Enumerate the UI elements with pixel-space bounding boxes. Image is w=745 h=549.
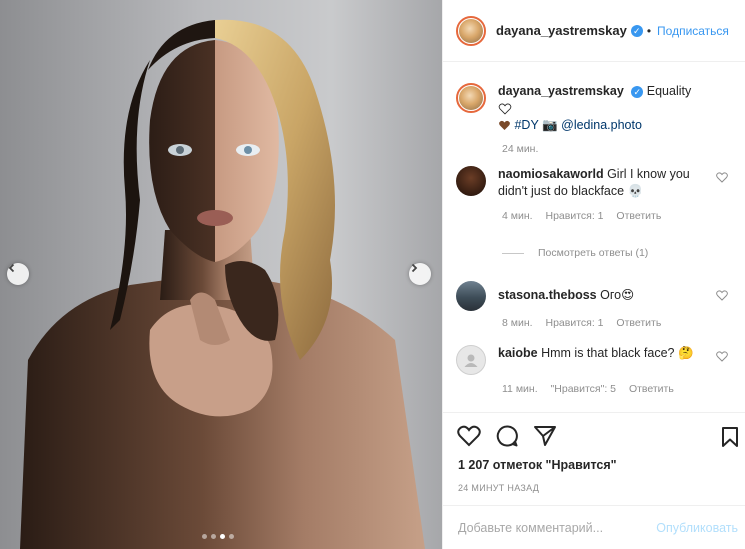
commenter-avatar[interactable] [456, 281, 486, 311]
instagram-post: dayana_yastremskay ✓ • Подписаться dayan… [0, 0, 745, 549]
comment-username[interactable]: stasona.theboss [498, 288, 597, 302]
carousel-dot [202, 534, 207, 539]
reply-button[interactable]: Ответить [616, 317, 661, 329]
verified-badge-icon: ✓ [630, 24, 643, 37]
carousel-dot-active [220, 534, 225, 539]
commenter-avatar[interactable] [456, 345, 486, 375]
comment-meta: 4 мин. Нравится: 1 Ответить [502, 210, 736, 222]
caption-username[interactable]: dayana_yastremskay [498, 84, 624, 98]
follow-button[interactable]: Подписаться [657, 24, 729, 38]
comment-bubble-icon[interactable] [495, 424, 519, 448]
caption-meta: 24 мин. [502, 143, 736, 155]
author-avatar[interactable] [456, 15, 486, 46]
chevron-right-icon [411, 263, 418, 273]
post-sidebar: dayana_yastremskay ✓ • Подписаться dayan… [442, 0, 745, 549]
verified-badge-icon: ✓ [631, 85, 644, 98]
separator-dot: • [646, 23, 652, 38]
caption: dayana_yastremskay ✓ Equality #DY 📷 @led… [456, 83, 736, 155]
comment-username[interactable]: naomiosakaworld [498, 167, 604, 181]
comment-likes[interactable]: Нравится: 1 [545, 317, 603, 329]
comment-time[interactable]: 8 мин. [502, 317, 533, 329]
comment-text: naomiosakaworld Girl I know you didn't j… [498, 167, 690, 198]
comment-likes[interactable]: Нравится: 1 [545, 210, 603, 222]
comments-list[interactable]: dayana_yastremskay ✓ Equality #DY 📷 @led… [443, 62, 745, 412]
add-comment-bar: Добавьте комментарий... Опубликовать [443, 505, 745, 549]
next-slide-button[interactable] [409, 263, 431, 285]
view-replies-label[interactable]: Посмотреть ответы (1) [538, 247, 648, 259]
chevron-left-icon [8, 263, 15, 273]
publish-comment-button[interactable]: Опубликовать [656, 521, 745, 535]
post-header: dayana_yastremskay ✓ • Подписаться [443, 0, 745, 62]
post-photo[interactable] [0, 0, 442, 549]
author-avatar[interactable] [456, 83, 486, 113]
camera-icon: 📷 [542, 118, 558, 132]
like-comment-heart-icon[interactable] [716, 172, 728, 183]
post-timestamp[interactable]: 24 МИНУТ НАЗАД [458, 483, 539, 493]
commenter-avatar[interactable] [456, 166, 486, 196]
comment-likes[interactable]: "Нравится": 5 [551, 383, 616, 395]
post-actions: 1 207 отметок "Нравится" 24 МИНУТ НАЗАД [443, 412, 745, 493]
previous-slide-button[interactable] [7, 263, 29, 285]
likes-count[interactable]: 1 207 отметок "Нравится" [458, 458, 617, 472]
comment-input[interactable]: Добавьте комментарий... [443, 521, 656, 535]
action-icons [443, 413, 745, 459]
comment-text: kaiobe Hmm is that black face? 🤔 [498, 346, 694, 360]
comment-text: stasona.theboss Ого😍 [498, 288, 635, 302]
comment-time[interactable]: 4 мин. [502, 210, 533, 222]
author-username[interactable]: dayana_yastremskay [496, 23, 627, 38]
carousel-dot [229, 534, 234, 539]
default-user-icon [464, 354, 478, 367]
comment-item: stasona.theboss Ого😍 8 мин. Нравится: 1 … [456, 281, 736, 329]
like-comment-heart-icon[interactable] [716, 351, 728, 362]
view-replies-button[interactable]: Посмотреть ответы (1) [502, 247, 648, 259]
portrait-image [0, 0, 442, 549]
comment-username[interactable]: kaiobe [498, 346, 538, 360]
carousel-indicator [202, 534, 234, 539]
reply-button[interactable]: Ответить [629, 383, 674, 395]
white-heart-icon [498, 103, 512, 115]
comment-meta: 8 мин. Нравится: 1 Ответить [502, 317, 736, 329]
hashtag-link[interactable]: #DY [514, 118, 538, 132]
mention-link[interactable]: @ledina.photo [561, 118, 642, 132]
bookmark-icon[interactable] [720, 426, 740, 448]
caption-text: dayana_yastremskay ✓ Equality #DY 📷 @led… [498, 83, 708, 134]
comment-time[interactable]: 11 мин. [502, 383, 538, 395]
comment-item: kaiobe Hmm is that black face? 🤔 11 мин.… [456, 345, 736, 395]
reply-button[interactable]: Ответить [616, 210, 661, 222]
like-heart-icon[interactable] [457, 425, 481, 447]
caption-line1: Equality [646, 84, 692, 98]
comment-item: naomiosakaworld Girl I know you didn't j… [456, 166, 736, 222]
carousel-dot [211, 534, 216, 539]
like-comment-heart-icon[interactable] [716, 290, 728, 301]
brown-heart-icon [499, 121, 510, 131]
replies-divider [502, 252, 524, 254]
comment-meta: 11 мин. "Нравится": 5 Ответить [502, 383, 736, 395]
share-send-icon[interactable] [533, 425, 557, 447]
caption-time[interactable]: 24 мин. [502, 143, 538, 155]
